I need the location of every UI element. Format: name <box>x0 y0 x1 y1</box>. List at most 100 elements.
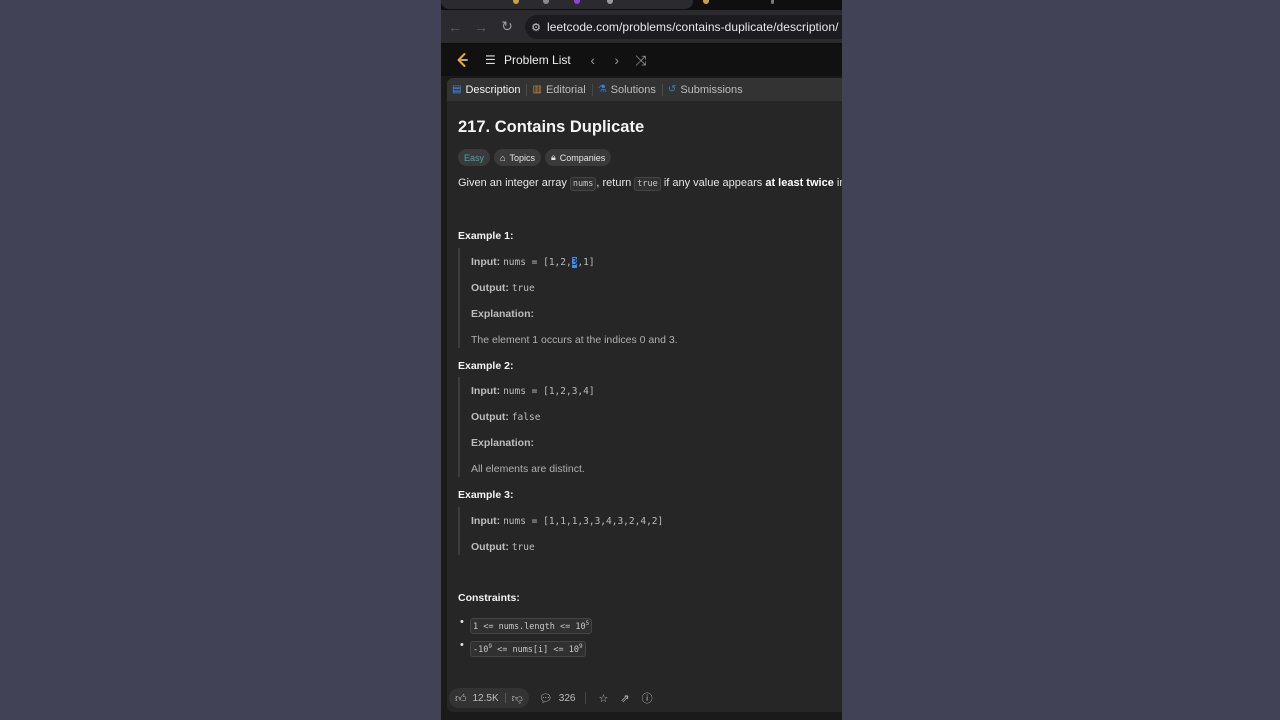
example-3-input: Input: nums = [1,1,1,3,3,4,3,2,4,2] <box>471 515 663 527</box>
tab-favicon <box>771 0 774 4</box>
vote-group: 👍︎ 12.5K 👎︎ <box>449 688 529 708</box>
tab-solutions[interactable]: ⚗ Solutions <box>593 78 662 101</box>
input-text: nums = [1,2, <box>503 257 572 268</box>
example-3-block: Input: nums = [1,1,1,3,3,4,3,2,4,2] Outp… <box>458 507 790 555</box>
thumbs-down-icon[interactable]: 👎︎ <box>512 692 523 705</box>
chevron-left-icon[interactable]: ‹ <box>587 52 599 68</box>
comment-icon: 💬︎ <box>538 692 553 705</box>
url-text[interactable]: leetcode.com/problems/contains-duplicate… <box>547 20 838 34</box>
constraint-text: -10 <box>473 644 489 655</box>
difficulty-badge: Easy <box>458 149 491 166</box>
example-2-block: Input: nums = [1,2,3,4] Output: false Ex… <box>458 377 790 477</box>
example-2-explanation-label: Explanation: <box>471 437 534 449</box>
browser-active-tab[interactable] <box>441 0 693 9</box>
reload-icon[interactable]: ↻ <box>494 14 520 40</box>
input-label: Input: <box>471 515 501 527</box>
input-text: ,1] <box>577 257 595 268</box>
chevron-right-icon[interactable]: › <box>611 52 623 68</box>
output-value: true <box>511 283 535 294</box>
example-2-heading: Example 2: <box>458 360 514 372</box>
leetcode-logo-icon[interactable] <box>455 52 469 68</box>
flask-icon: ⚗ <box>597 84 607 95</box>
topics-label: Topics <box>509 152 535 163</box>
tab-label: Solutions <box>610 83 656 96</box>
document-icon: ▤ <box>452 84 462 95</box>
input-label: Input: <box>471 385 501 397</box>
example-1-block: Input: nums = [1,2,3,1] Output: true Exp… <box>458 248 790 348</box>
inline-code: true <box>634 177 661 191</box>
description-panel: ▤ Description ▥ Editorial ⚗ Solutions ↺ … <box>447 78 842 712</box>
browser-tab-strip <box>441 0 842 10</box>
output-label: Output: <box>471 411 509 423</box>
example-1-output: Output: true <box>471 282 535 294</box>
example-2-input: Input: nums = [1,2,3,4] <box>471 385 595 397</box>
constraint-1: 1 <= nums.length <= 105 <box>470 618 593 634</box>
output-value: false <box>511 412 541 423</box>
tab-submissions[interactable]: ↺ Submissions <box>663 78 749 101</box>
constraints-heading: Constraints: <box>458 592 520 604</box>
address-bar-row: ← → ↻ ⚙ leetcode.com/problems/contains-d… <box>441 10 842 43</box>
vote-divider <box>504 693 506 703</box>
book-icon: ▥ <box>532 84 542 95</box>
constraint-text: <= nums[i] <= 10 <box>491 644 579 655</box>
list-icon: ☰ <box>485 53 496 67</box>
problem-list-button[interactable]: ☰ Problem List <box>485 53 571 67</box>
companies-button[interactable]: 🔒︎ Companies <box>544 149 612 166</box>
browser-window: ← → ↻ ⚙ leetcode.com/problems/contains-d… <box>441 0 842 720</box>
explanation-label: Explanation: <box>471 308 535 320</box>
comment-count: 326 <box>558 692 576 704</box>
example-1-input: Input: nums = [1,2,3,1] <box>471 256 595 268</box>
shuffle-icon[interactable]: ⤨ <box>635 52 647 69</box>
constraint-text: 1 <= nums.length <= 10 <box>473 621 586 632</box>
star-icon[interactable]: ☆ <box>598 692 608 705</box>
comments-button[interactable]: 💬︎ 326 <box>539 692 576 705</box>
example-1-heading: Example 1: <box>458 230 514 242</box>
constraint-2: -109 <= nums[i] <= 109 <box>470 641 586 657</box>
problem-description: Given an integer array nums, return true… <box>458 177 842 191</box>
url-bar[interactable]: ⚙ leetcode.com/problems/contains-duplica… <box>525 15 842 39</box>
companies-label: Companies <box>559 152 606 163</box>
example-2-explanation: All elements are distinct. <box>471 463 585 475</box>
example-1-explanation-label: Explanation: <box>471 308 534 320</box>
tab-favicon <box>703 0 709 4</box>
desc-text: if any value appears <box>660 177 766 189</box>
back-arrow-icon[interactable]: ← <box>442 14 468 40</box>
topics-button[interactable]: ⌂ Topics <box>494 149 541 166</box>
superscript: 9 <box>578 643 583 650</box>
superscript: 5 <box>585 620 590 627</box>
problem-tags: Easy ⌂ Topics 🔒︎ Companies <box>458 149 612 166</box>
forward-arrow-icon[interactable]: → <box>468 14 494 40</box>
input-value: nums = [1,2,3,4] <box>503 386 595 397</box>
input-value[interactable]: nums = [1,2,3,1] <box>503 257 595 268</box>
desc-text: Given an integer array <box>458 177 570 189</box>
share-icon[interactable]: ⇗ <box>620 692 629 705</box>
inline-code: nums <box>569 177 597 191</box>
example-3-output: Output: true <box>471 541 535 553</box>
problem-list-label: Problem List <box>504 53 571 67</box>
history-icon: ↺ <box>667 84 677 95</box>
like-count[interactable]: 12.5K <box>473 693 499 704</box>
tab-description[interactable]: ▤ Description <box>447 78 526 101</box>
input-value: nums = [1,1,1,3,3,4,3,2,4,2] <box>503 516 664 527</box>
tab-label: Description <box>465 83 521 96</box>
panel-tabs: ▤ Description ▥ Editorial ⚗ Solutions ↺ … <box>447 78 842 101</box>
help-icon[interactable]: ⓘ <box>642 690 653 706</box>
tab-label: Submissions <box>680 83 743 96</box>
lock-icon: 🔒︎ <box>550 152 556 162</box>
tab-editorial[interactable]: ▥ Editorial <box>527 78 591 101</box>
example-3-heading: Example 3: <box>458 489 514 501</box>
explanation-label: Explanation: <box>471 437 535 449</box>
leetcode-header: ☰ Problem List ‹ › ⤨ <box>441 44 842 76</box>
bullet: • <box>460 639 464 651</box>
desc-text: , return <box>596 177 635 189</box>
output-label: Output: <box>471 282 509 294</box>
example-2-output: Output: false <box>471 411 540 423</box>
problem-title[interactable]: 217. Contains Duplicate <box>458 118 644 137</box>
site-info-icon[interactable]: ⚙ <box>525 21 547 34</box>
output-label: Output: <box>471 541 509 553</box>
input-label: Input: <box>471 256 501 268</box>
thumbs-up-icon[interactable]: 👍︎ <box>455 692 467 705</box>
output-value: true <box>511 542 535 553</box>
footer-divider <box>585 692 587 704</box>
tab-label: Editorial <box>545 83 586 96</box>
